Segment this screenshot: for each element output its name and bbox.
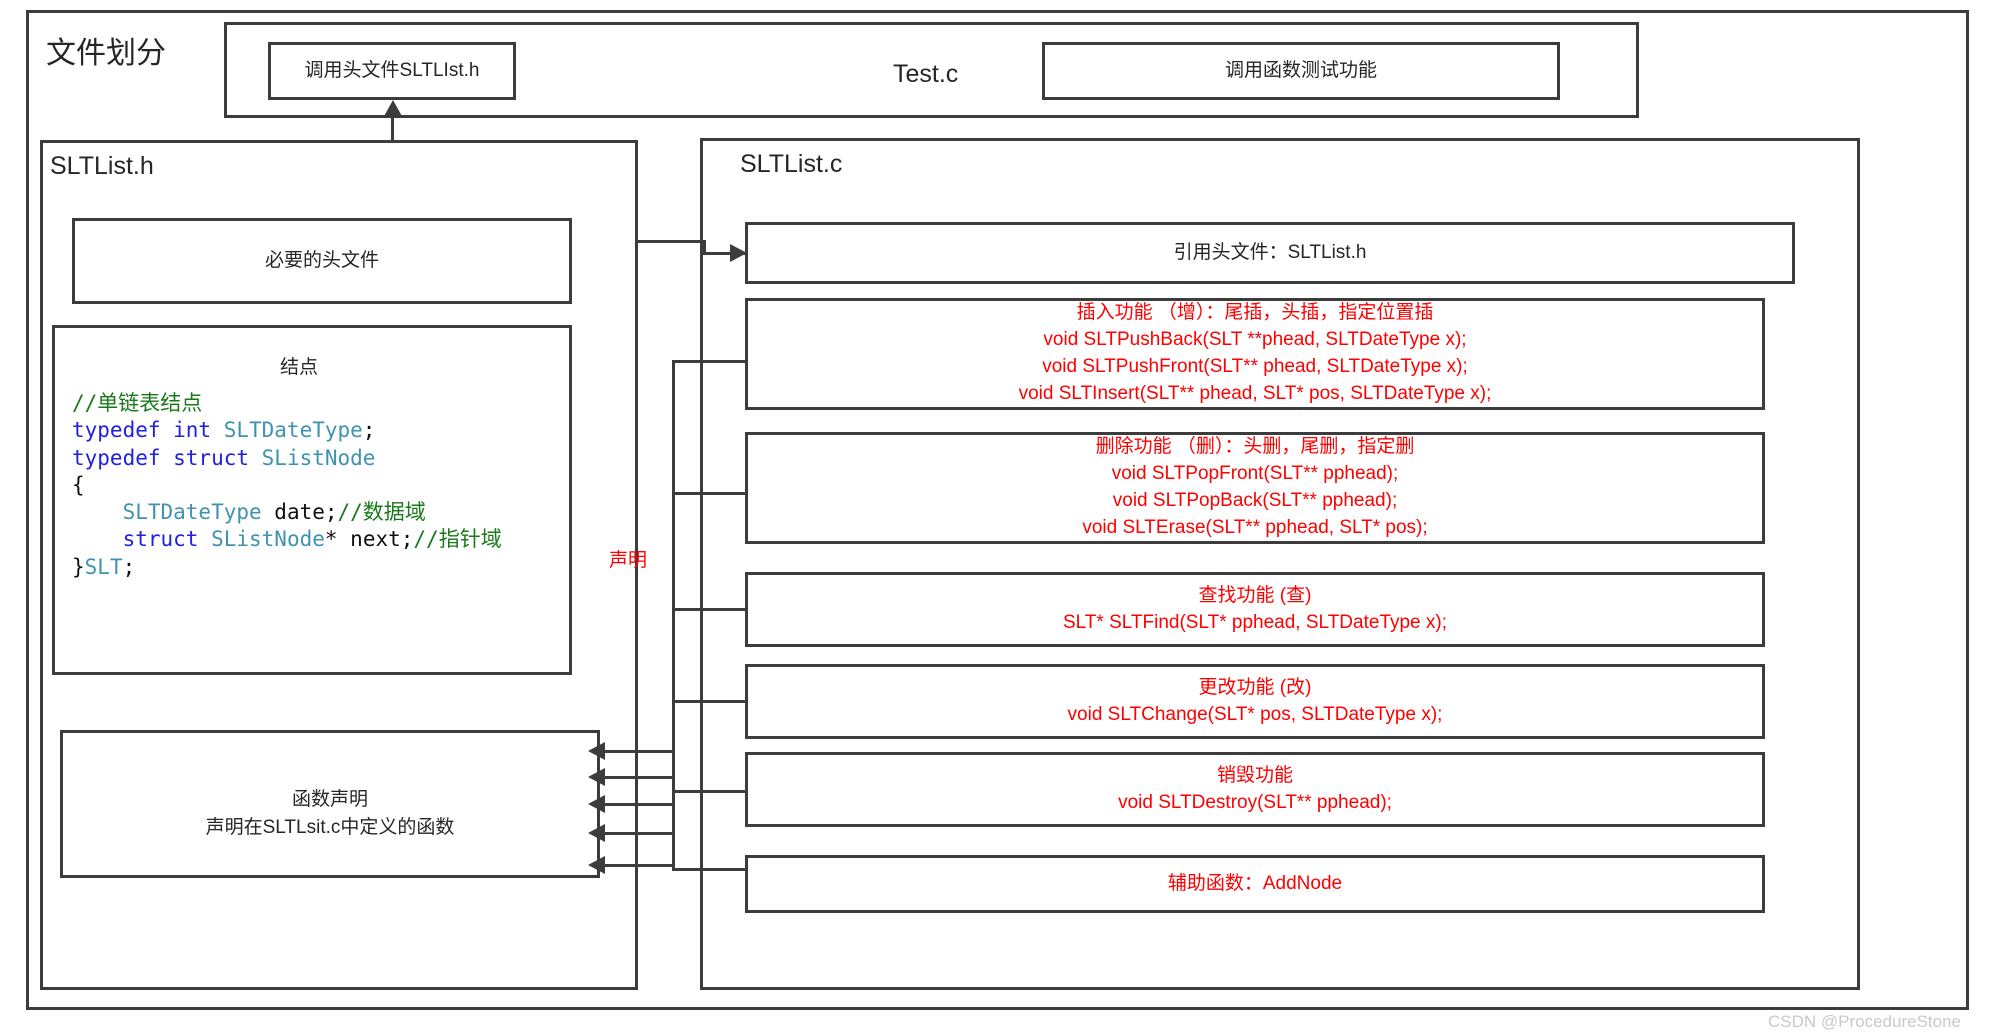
test-c-file-label: Test.c: [893, 60, 959, 88]
source-include-label: 引用头文件：SLTList.h: [1173, 242, 1367, 264]
destroy-functions-box: 销毁功能 void SLTDestroy(SLT** pphead);: [745, 752, 1765, 827]
delete-line-0: 删除功能 （删）：头删，尾删，指定删: [1095, 436, 1415, 458]
declaration-arrow-line-5: [600, 864, 672, 867]
change-functions-box: 更改功能 (改) void SLTChange(SLT* pos, SLTDat…: [745, 664, 1765, 739]
declaration-stub-change: [672, 700, 748, 703]
declaration-arrowhead-2: [588, 768, 605, 786]
code-token: SLT: [84, 554, 123, 579]
node-code-block: //单链表结点 typedef int SLTDateType; typedef s…: [72, 390, 502, 581]
helper-functions-box: 辅助函数：AddNode: [745, 855, 1765, 913]
declaration-arrow-line-3: [600, 803, 672, 806]
code-line: }SLT;: [72, 554, 502, 581]
declaration-bus-line: [672, 360, 675, 870]
declaration-stub-destroy: [672, 790, 748, 793]
code-line: struct SListNode* next;//指针域: [72, 526, 502, 553]
code-line: SLTDateType date;//数据域: [72, 499, 502, 526]
declaration-arrow-line-4: [600, 832, 672, 835]
code-token: //数据域: [337, 500, 426, 525]
code-token: //指针域: [413, 527, 502, 552]
include-connector-arrowhead: [383, 100, 403, 118]
function-declaration-line1: 函数声明: [291, 789, 368, 810]
change-line-0: 更改功能 (改): [1198, 676, 1312, 698]
delete-line-2: void SLTPopBack(SLT** pphead);: [1112, 490, 1398, 511]
declaration-arrowhead-1: [588, 742, 605, 760]
delete-functions-box: 删除功能 （删）：头删，尾删，指定删 void SLTPopFront(SLT*…: [745, 432, 1765, 544]
declaration-arrowhead-3: [588, 795, 605, 813]
change-line-1: void SLTChange(SLT* pos, SLTDateType x);: [1067, 703, 1443, 725]
delete-line-3: void SLTErase(SLT** pphead, SLT* pos);: [1082, 516, 1428, 538]
code-line: typedef int SLTDateType;: [72, 417, 502, 444]
code-token: ;: [122, 554, 136, 579]
insert-line-3: void SLTInsert(SLT** phead, SLT* pos, SL…: [1018, 382, 1492, 404]
declaration-stub-insert: [672, 360, 748, 363]
insert-line-1: void SLTPushBack(SLT **phead, SLTDateTyp…: [1043, 329, 1467, 351]
code-token: date;: [261, 500, 338, 525]
code-token: typedef int: [72, 418, 224, 443]
code-line: typedef struct SListNode: [72, 445, 502, 472]
destroy-line-1: void SLTDestroy(SLT** pphead);: [1118, 791, 1392, 813]
test-include-label: 调用头文件SLTLIst.h: [304, 60, 480, 82]
declaration-stub-delete: [672, 492, 748, 495]
h-to-c-include-line-1: [638, 240, 706, 243]
diagram-canvas: 文件划分 调用头文件SLTLIst.h Test.c 调用函数测试功能 SLTL…: [0, 0, 1995, 1034]
declaration-stub-find: [672, 608, 748, 611]
code-token: //单链表结点: [72, 391, 203, 415]
code-token: typedef struct: [72, 445, 262, 470]
code-token: SLTDateType: [122, 500, 262, 525]
code-token: struct: [122, 527, 212, 552]
code-line: //单链表结点: [72, 390, 502, 417]
declaration-arrow-line-1: [600, 750, 672, 753]
helper-line-0: 辅助函数：AddNode: [1167, 872, 1343, 894]
sltlist-c-file-label: SLTList.c: [740, 150, 843, 178]
test-call-label: 调用函数测试功能: [1224, 60, 1377, 82]
node-caption: 结点: [280, 357, 319, 378]
declaration-arrowhead-4: [588, 824, 605, 842]
declaration-arrowhead-5: [588, 856, 605, 874]
code-line: {: [72, 472, 502, 499]
declaration-arrow-label: 声明: [608, 550, 647, 571]
find-line-0: 查找功能 (查): [1198, 584, 1312, 606]
insert-line-2: void SLTPushFront(SLT** phead, SLTDateTy…: [1042, 356, 1468, 377]
watermark: CSDN @ProcedureStone: [1768, 1012, 1962, 1031]
insert-line-0: 插入功能 （增）：尾插，头插，指定位置插: [1076, 302, 1434, 324]
source-include-box: 引用头文件：SLTList.h: [745, 222, 1795, 284]
code-token: SListNode: [261, 445, 376, 470]
function-declaration-line2: 声明在SLTLsit.c中定义的函数: [205, 817, 455, 838]
code-token: }: [72, 554, 85, 579]
required-headers-label: 必要的头文件: [264, 250, 379, 272]
code-token: SListNode: [211, 527, 325, 552]
declaration-stub-helper: [672, 868, 748, 871]
code-token: {: [72, 472, 85, 497]
required-headers-box: 必要的头文件: [72, 218, 572, 304]
code-token: * next;: [324, 527, 414, 552]
test-call-box: 调用函数测试功能: [1042, 42, 1560, 100]
code-token: SLTDateType: [223, 418, 363, 443]
find-functions-box: 查找功能 (查) SLT* SLTFind(SLT* pphead, SLTDa…: [745, 572, 1765, 647]
destroy-line-0: 销毁功能: [1216, 764, 1293, 786]
code-token: ;: [362, 418, 376, 443]
find-line-1: SLT* SLTFind(SLT* pphead, SLTDateType x)…: [1062, 611, 1448, 633]
sltlist-h-file-label: SLTList.h: [50, 152, 154, 180]
test-include-box: 调用头文件SLTLIst.h: [268, 42, 516, 100]
declaration-arrow-line-2: [600, 776, 672, 779]
insert-functions-box: 插入功能 （增）：尾插，头插，指定位置插 void SLTPushBack(SL…: [745, 298, 1765, 410]
delete-line-1: void SLTPopFront(SLT** pphead);: [1111, 463, 1399, 485]
h-to-c-include-arrowhead: [730, 244, 747, 262]
page-title: 文件划分: [46, 37, 166, 70]
